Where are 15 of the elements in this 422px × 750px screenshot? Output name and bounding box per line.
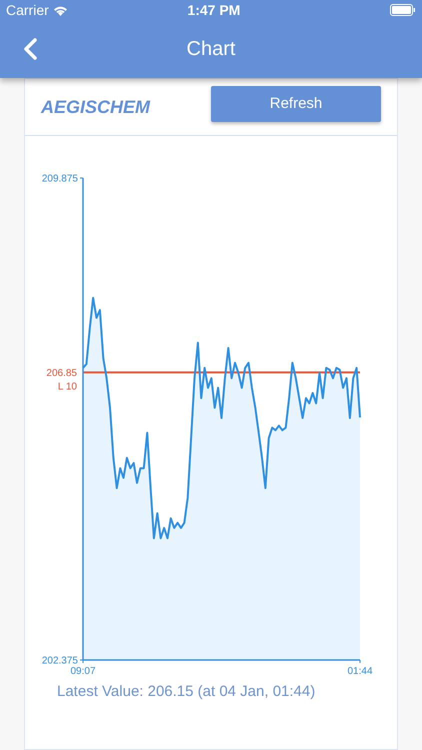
refresh-button[interactable]: Refresh xyxy=(211,86,381,122)
y-tick-label: 202.375 xyxy=(42,656,78,666)
battery-icon xyxy=(390,4,416,16)
stock-symbol: AEGISCHEM xyxy=(41,96,150,118)
y-tick-label: 206.85 xyxy=(46,368,77,379)
latest-value-text: Latest Value: 206.15 (at 04 Jan, 01:44) xyxy=(56,682,316,702)
x-tick-label: 09:07 xyxy=(70,666,96,677)
limit-label: L 10 xyxy=(58,381,77,392)
x-tick-label: 01:44 xyxy=(347,666,373,677)
screen-title: Chart xyxy=(186,37,236,62)
carrier-label: Carrier xyxy=(6,0,49,20)
back-icon xyxy=(23,38,37,60)
wifi-icon xyxy=(52,4,68,16)
status-time: 1:47 PM xyxy=(187,0,240,20)
y-tick-label: 209.875 xyxy=(42,174,78,184)
